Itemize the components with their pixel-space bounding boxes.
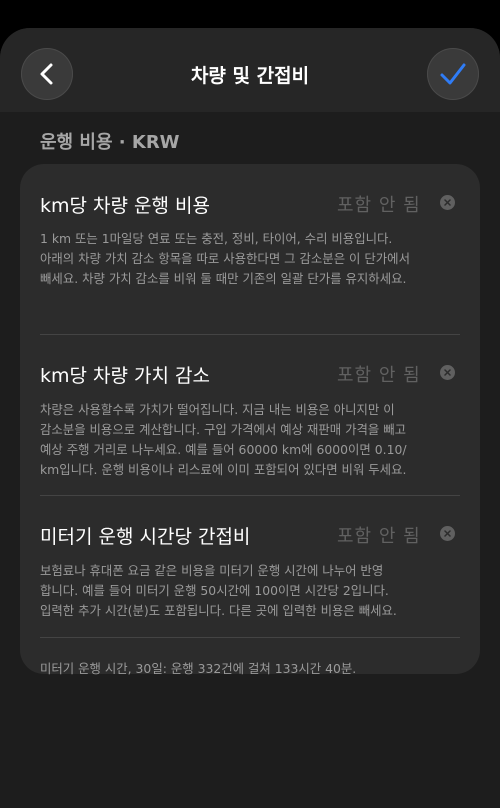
page-title: 차량 및 간접비 [190, 65, 310, 87]
clear-icon [444, 530, 451, 537]
navigation-bar: 차량 및 간접비 [0, 28, 500, 112]
clear-button-depreciation[interactable] [440, 365, 455, 380]
row-title-operating-cost[interactable]: km당 차량 운행 비용 [40, 191, 210, 218]
row-description-overhead: 보험료나 휴대폰 요금 같은 비용을 미터기 운행 시간에 나누어 반영 합니다… [40, 563, 397, 618]
divider [40, 637, 460, 638]
row-value-depreciation[interactable]: 포함 안 됨 [337, 361, 421, 387]
clear-button-operating-cost[interactable] [440, 195, 455, 210]
row-value-operating-cost[interactable]: 포함 안 됨 [337, 191, 421, 217]
divider [40, 495, 460, 496]
section-header: 운행 비용 · KRW [40, 132, 180, 153]
row-value-overhead[interactable]: 포함 안 됨 [337, 522, 421, 548]
clear-icon [444, 199, 451, 206]
confirm-button[interactable] [427, 48, 479, 100]
divider [40, 334, 460, 335]
checkmark-icon [440, 63, 466, 85]
clear-button-overhead[interactable] [440, 526, 455, 541]
clear-icon [444, 369, 451, 376]
row-title-overhead[interactable]: 미터기 운행 시간당 간접비 [40, 522, 250, 549]
settings-card: km당 차량 운행 비용 포함 안 됨 1 km 또는 1마일당 연료 또는 충… [20, 164, 480, 676]
row-title-depreciation[interactable]: km당 차량 가치 감소 [40, 361, 210, 388]
row-description-operating-cost: 1 km 또는 1마일당 연료 또는 충전, 정비, 타이어, 수리 비용입니다… [40, 231, 410, 286]
modal-sheet: 차량 및 간접비 운행 비용 · KRW km당 차량 운행 비용 포함 안 됨… [0, 28, 500, 808]
meter-time-summary: 미터기 운행 시간, 30일: 운행 332건에 걸쳐 133시간 40분. [40, 661, 357, 676]
row-description-depreciation: 차량은 사용할수록 가치가 떨어집니다. 지금 내는 비용은 아니지만 이 감소… [40, 402, 407, 477]
